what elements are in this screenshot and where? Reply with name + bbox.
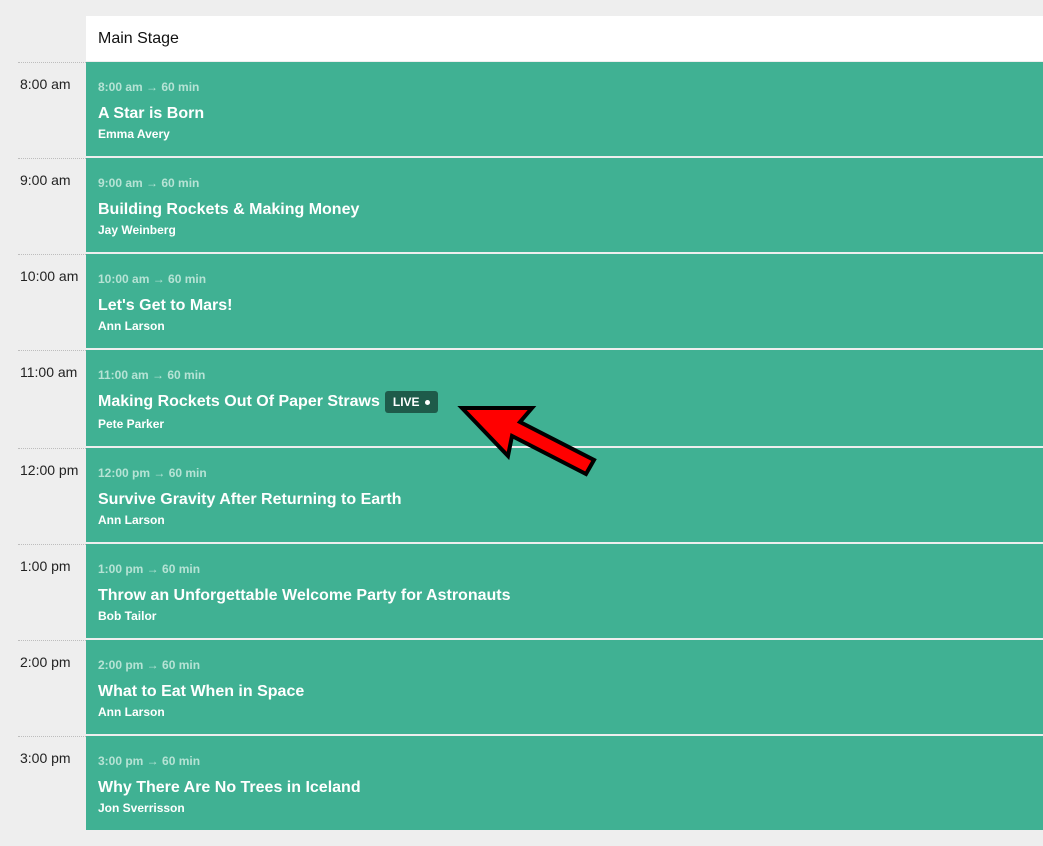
event-speaker: Emma Avery	[98, 127, 170, 141]
slot-divider	[18, 640, 86, 641]
live-dot-icon	[424, 399, 430, 405]
event-speaker: Jon Sverrisson	[98, 801, 185, 815]
event-speaker: Ann Larson	[98, 705, 165, 719]
slot-divider	[18, 254, 86, 255]
time-slot: 12:00 pm 12:00 pm → 60 min Survive Gravi…	[0, 448, 1043, 544]
slot-divider	[18, 544, 86, 545]
time-label: 9:00 am	[20, 172, 71, 188]
event-time: 1:00 pm → 60 min	[98, 562, 201, 576]
event-time: 3:00 pm → 60 min	[98, 754, 201, 768]
event-title: Making Rockets Out Of Paper Straws	[98, 393, 380, 410]
time-slot: 10:00 am 10:00 am → 60 min Let's Get to …	[0, 254, 1043, 350]
event-title-row: Why There Are No Trees in Iceland	[98, 778, 1031, 798]
event-title: Survive Gravity After Returning to Earth	[98, 491, 402, 508]
event-card[interactable]: 3:00 pm → 60 min Why There Are No Trees …	[86, 736, 1043, 830]
time-slot: 11:00 am 11:00 am → 60 min Making Rocket…	[0, 350, 1043, 448]
schedule-page: Main Stage 8:00 am 8:00 am → 60 min A St…	[0, 0, 1043, 846]
event-title: Why There Are No Trees in Iceland	[98, 779, 361, 796]
time-label: 11:00 am	[20, 364, 78, 380]
event-card[interactable]: 8:00 am → 60 min A Star is Born Emma Ave…	[86, 62, 1043, 156]
slot-divider	[18, 350, 86, 351]
time-label: 2:00 pm	[20, 654, 71, 670]
event-title: Building Rockets & Making Money	[98, 201, 360, 218]
slot-divider	[18, 448, 86, 449]
time-label: 10:00 am	[20, 268, 79, 284]
event-title-row: What to Eat When in Space	[98, 682, 1031, 702]
slot-divider	[18, 158, 86, 159]
time-slot: 1:00 pm 1:00 pm → 60 min Throw an Unforg…	[0, 544, 1043, 640]
time-slot: 3:00 pm 3:00 pm → 60 min Why There Are N…	[0, 736, 1043, 832]
event-time: 11:00 am → 60 min	[98, 368, 206, 382]
time-label: 12:00 pm	[20, 462, 79, 478]
event-title: Throw an Unforgettable Welcome Party for…	[98, 587, 511, 604]
event-card[interactable]: 12:00 pm → 60 min Survive Gravity After …	[86, 448, 1043, 542]
event-speaker: Jay Weinberg	[98, 223, 176, 237]
event-card[interactable]: 2:00 pm → 60 min What to Eat When in Spa…	[86, 640, 1043, 734]
time-label: 1:00 pm	[20, 558, 71, 574]
event-speaker: Pete Parker	[98, 417, 165, 431]
event-time: 9:00 am → 60 min	[98, 176, 200, 190]
event-title-row: Let's Get to Mars!	[98, 296, 1031, 316]
time-slot: 8:00 am 8:00 am → 60 min A Star is Born …	[0, 62, 1043, 158]
event-title: A Star is Born	[98, 105, 205, 122]
event-speaker: Ann Larson	[98, 513, 165, 527]
time-label: 8:00 am	[20, 76, 71, 92]
event-title-row: Building Rockets & Making Money	[98, 200, 1031, 220]
event-time: 8:00 am → 60 min	[98, 80, 200, 94]
event-title-row: Survive Gravity After Returning to Earth	[98, 490, 1031, 510]
event-time: 2:00 pm → 60 min	[98, 658, 201, 672]
event-speaker: Bob Tailor	[98, 609, 157, 623]
event-card[interactable]: 10:00 am → 60 min Let's Get to Mars! Ann…	[86, 254, 1043, 348]
event-card[interactable]: 1:00 pm → 60 min Throw an Unforgettable …	[86, 544, 1043, 638]
stage-header: Main Stage	[86, 16, 1043, 61]
event-title-row: Throw an Unforgettable Welcome Party for…	[98, 586, 1031, 606]
time-label: 3:00 pm	[20, 750, 71, 766]
time-slot: 9:00 am 9:00 am → 60 min Building Rocket…	[0, 158, 1043, 254]
live-badge: LIVE	[384, 391, 438, 413]
event-title-row: Making Rockets Out Of Paper Straws LIVE	[98, 389, 1031, 415]
timeline: 8:00 am 8:00 am → 60 min A Star is Born …	[0, 62, 1043, 832]
event-speaker: Ann Larson	[98, 319, 165, 333]
event-card-live[interactable]: 11:00 am → 60 min Making Rockets Out Of …	[86, 350, 1043, 446]
slot-divider	[18, 62, 86, 63]
event-title: What to Eat When in Space	[98, 683, 305, 700]
event-title: Let's Get to Mars!	[98, 297, 233, 314]
event-card[interactable]: 9:00 am → 60 min Building Rockets & Maki…	[86, 158, 1043, 252]
time-slot: 2:00 pm 2:00 pm → 60 min What to Eat Whe…	[0, 640, 1043, 736]
live-badge-label: LIVE	[392, 395, 420, 409]
event-time: 12:00 pm → 60 min	[98, 466, 207, 480]
event-title-row: A Star is Born	[98, 104, 1031, 124]
slot-divider	[18, 736, 86, 737]
event-time: 10:00 am → 60 min	[98, 272, 207, 286]
